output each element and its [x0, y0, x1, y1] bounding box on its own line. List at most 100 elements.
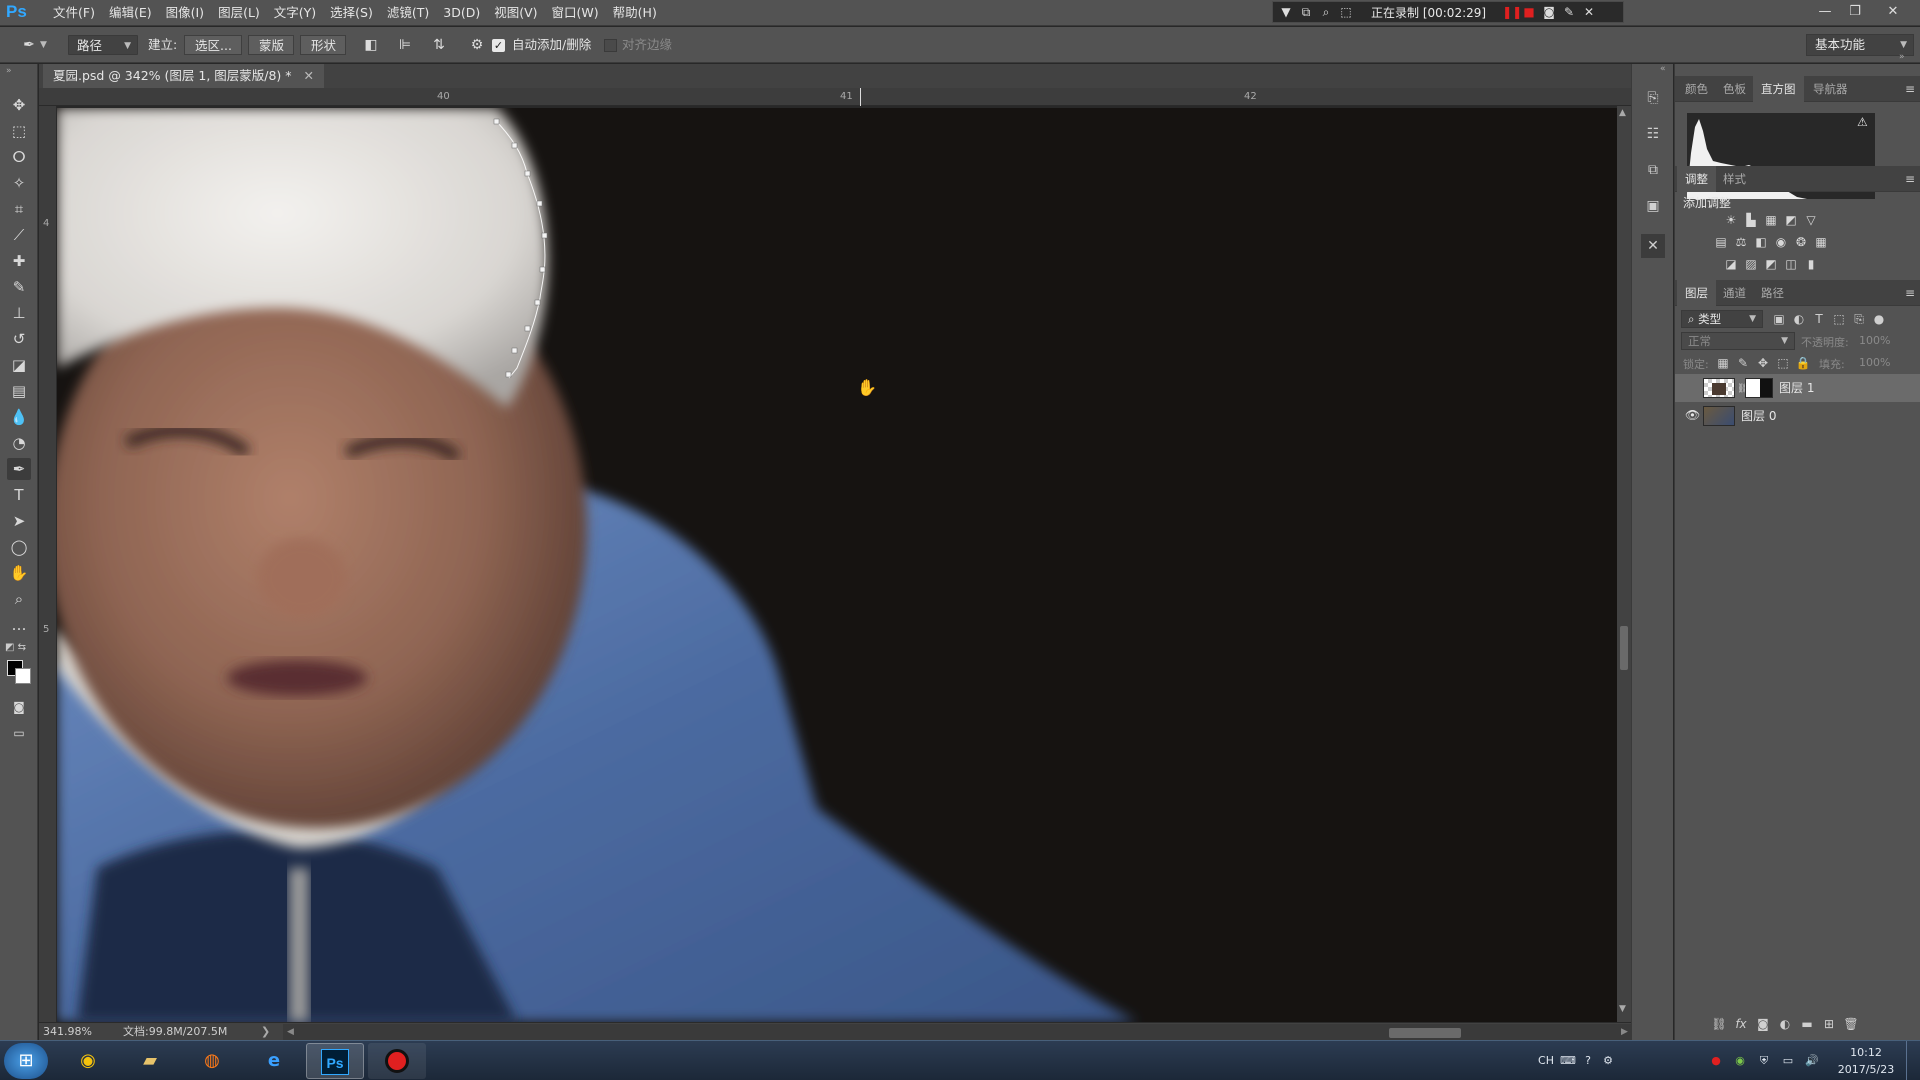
- settings-icon[interactable]: ⚙: [1600, 1053, 1616, 1069]
- photo-filter-icon[interactable]: ◉: [1773, 234, 1789, 250]
- menu-view[interactable]: 视图(V): [487, 0, 544, 26]
- fill-value[interactable]: 100%: [1859, 356, 1890, 369]
- horizontal-scroll-thumb[interactable]: [1389, 1028, 1461, 1038]
- properties-panel-icon[interactable]: ☷: [1641, 122, 1665, 146]
- pen-tool-preset-icon[interactable]: ✒: [18, 35, 40, 55]
- lock-artboard-icon[interactable]: ⬚: [1775, 355, 1791, 371]
- recorder-taskbar-button[interactable]: [368, 1043, 426, 1079]
- clone-source-panel-icon[interactable]: ⧉: [1641, 158, 1665, 182]
- history-brush-tool-icon[interactable]: ↺: [7, 328, 31, 350]
- brush-tool-icon[interactable]: ✎: [7, 276, 31, 298]
- menu-edit[interactable]: 编辑(E): [102, 0, 159, 26]
- new-adjustment-layer-icon[interactable]: ◐: [1777, 1016, 1793, 1032]
- tab-adjustments[interactable]: 调整: [1677, 166, 1716, 192]
- close-tab-icon[interactable]: ✕: [304, 68, 314, 83]
- color-lookup-icon[interactable]: ▦: [1813, 234, 1829, 250]
- layer-name[interactable]: 图层 1: [1779, 374, 1814, 402]
- menu-window[interactable]: 窗口(W): [545, 0, 606, 26]
- tool-mode-select[interactable]: 路径 ▼: [68, 35, 138, 55]
- screen-mode-icon[interactable]: ▭: [7, 722, 31, 744]
- show-desktop-button[interactable]: [1906, 1041, 1920, 1080]
- collapse-icon[interactable]: «: [1660, 64, 1666, 74]
- dodge-tool-icon[interactable]: ◔: [7, 432, 31, 454]
- vertical-scrollbar[interactable]: ▲ ▼: [1617, 106, 1631, 1022]
- quick-mask-icon[interactable]: ◙: [7, 696, 31, 718]
- gradient-map-icon[interactable]: ▮: [1803, 256, 1819, 272]
- menu-help[interactable]: 帮助(H): [606, 0, 664, 26]
- ellipse-tool-icon[interactable]: ◯: [7, 536, 31, 558]
- layer-row[interactable]: ⛓ 图层 1: [1675, 374, 1920, 402]
- black-white-icon[interactable]: ◧: [1753, 234, 1769, 250]
- tab-histogram[interactable]: 直方图: [1753, 76, 1804, 102]
- path-selection-tool-icon[interactable]: ➤: [7, 510, 31, 532]
- panel-menu-icon[interactable]: ≡: [1905, 166, 1915, 192]
- exposure-icon[interactable]: ◩: [1783, 212, 1799, 228]
- firefox-icon[interactable]: ◍: [188, 1043, 236, 1079]
- pen-tool-icon[interactable]: ✒: [7, 458, 31, 480]
- curves-icon[interactable]: ▦: [1763, 212, 1779, 228]
- marquee-tool-icon[interactable]: ⬚: [7, 120, 31, 142]
- info-panel-icon[interactable]: ▣: [1641, 194, 1665, 218]
- more-tools-icon[interactable]: …: [7, 614, 31, 636]
- blend-mode-select[interactable]: 正常 ▼: [1681, 332, 1795, 350]
- menu-3d[interactable]: 3D(D): [436, 0, 487, 26]
- menu-file[interactable]: 文件(F): [46, 0, 102, 26]
- volume-icon[interactable]: 🔊: [1804, 1053, 1820, 1069]
- camera-icon[interactable]: ◙: [1542, 5, 1556, 19]
- tab-layers[interactable]: 图层: [1677, 280, 1716, 306]
- blur-tool-icon[interactable]: 💧: [7, 406, 31, 428]
- layer-filter-select[interactable]: ⌕ 类型 ▼: [1681, 310, 1763, 328]
- help-icon[interactable]: ?: [1580, 1053, 1596, 1069]
- filter-type-icon[interactable]: T: [1811, 311, 1827, 327]
- invert-icon[interactable]: ◪: [1723, 256, 1739, 272]
- threshold-icon[interactable]: ◩: [1763, 256, 1779, 272]
- stop-record-icon[interactable]: ■: [1522, 5, 1536, 19]
- type-tool-icon[interactable]: T: [7, 484, 31, 506]
- horizontal-scrollbar[interactable]: ◀ ▶: [283, 1024, 1635, 1040]
- link-layers-icon[interactable]: ⛓: [1711, 1016, 1727, 1032]
- channel-mixer-icon[interactable]: ❂: [1793, 234, 1809, 250]
- scroll-left-icon[interactable]: ◀: [287, 1024, 294, 1040]
- layer-style-icon[interactable]: fx: [1733, 1016, 1749, 1032]
- layer-name[interactable]: 图层 0: [1741, 402, 1776, 430]
- tab-navigator[interactable]: 导航器: [1805, 76, 1856, 102]
- scroll-up-icon[interactable]: ▲: [1619, 108, 1626, 118]
- vertical-scroll-thumb[interactable]: [1620, 626, 1628, 670]
- visibility-toggle-empty[interactable]: [1685, 382, 1697, 394]
- minimize-icon[interactable]: —: [1812, 2, 1838, 22]
- shield-icon[interactable]: ⛨: [1756, 1053, 1772, 1069]
- filter-toggle-icon[interactable]: ●: [1871, 311, 1887, 327]
- lock-all-icon[interactable]: 🔒: [1795, 355, 1811, 371]
- color-balance-icon[interactable]: ⚖: [1733, 234, 1749, 250]
- zoom-level[interactable]: 341.98%: [43, 1023, 92, 1041]
- path-arrangement-icon[interactable]: ⇅: [428, 35, 450, 55]
- magnifier-icon[interactable]: ⌕: [1319, 5, 1333, 19]
- clock-date[interactable]: 2017/5/23: [1832, 1062, 1900, 1078]
- menu-select[interactable]: 选择(S): [323, 0, 380, 26]
- crop-tool-icon[interactable]: ⌗: [7, 198, 31, 220]
- make-mask-button[interactable]: 蒙版: [248, 35, 294, 55]
- scroll-right-icon[interactable]: ▶: [1621, 1024, 1628, 1040]
- region-icon[interactable]: ⬚: [1339, 5, 1353, 19]
- trash-icon[interactable]: 🗑: [1843, 1016, 1859, 1032]
- tab-channels[interactable]: 通道: [1715, 280, 1754, 306]
- auto-add-delete-checkbox[interactable]: ✓: [492, 39, 505, 52]
- keyboard-icon[interactable]: ⌨: [1560, 1053, 1576, 1069]
- close-icon[interactable]: ✕: [1582, 5, 1596, 19]
- eyedropper-tool-icon[interactable]: ⟋: [7, 224, 31, 246]
- filter-shape-icon[interactable]: ⬚: [1831, 311, 1847, 327]
- menu-filter[interactable]: 滤镜(T): [380, 0, 436, 26]
- tab-color[interactable]: 颜色: [1677, 76, 1716, 102]
- menu-image[interactable]: 图像(I): [159, 0, 211, 26]
- network-security-icon[interactable]: ◉: [1732, 1053, 1748, 1069]
- brightness-icon[interactable]: ☀: [1723, 212, 1739, 228]
- path-alignment-icon[interactable]: ⊫: [394, 35, 416, 55]
- dropdown-triangle-icon[interactable]: ▼: [1279, 5, 1293, 19]
- filter-pixel-icon[interactable]: ▣: [1771, 311, 1787, 327]
- eraser-tool-icon[interactable]: ◪: [7, 354, 31, 376]
- lock-transparency-icon[interactable]: ▦: [1715, 355, 1731, 371]
- default-colors-icon[interactable]: ◩ ⇆: [5, 642, 26, 653]
- menu-type[interactable]: 文字(Y): [267, 0, 323, 26]
- new-group-icon[interactable]: ▬: [1799, 1016, 1815, 1032]
- recorder-tray-icon[interactable]: ●: [1708, 1053, 1724, 1069]
